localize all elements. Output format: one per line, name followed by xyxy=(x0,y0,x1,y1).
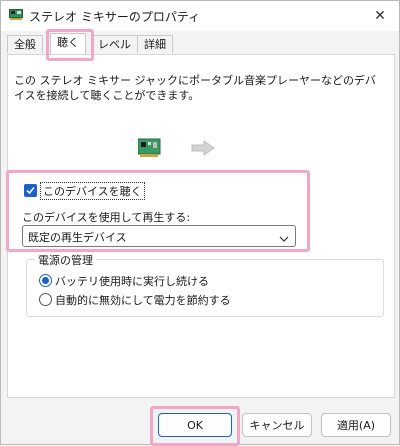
checkmark-icon xyxy=(26,186,35,195)
playback-device-value: 既定の再生デバイス xyxy=(28,231,127,244)
radio-keep-running[interactable] xyxy=(39,274,52,287)
listen-checkbox-label[interactable]: このデバイスを聴く xyxy=(40,182,145,200)
title-bar: ステレオ ミキサーのプロパティ ✕ xyxy=(1,1,399,31)
tab-general[interactable]: 全般 xyxy=(7,35,43,53)
playback-device-label: このデバイスを使用して再生する: xyxy=(22,211,191,224)
close-button[interactable]: ✕ xyxy=(361,1,399,31)
radio-keep-running-label[interactable]: バッテリ使用時に実行し続ける xyxy=(55,273,209,289)
radio-auto-disable-label[interactable]: 自動的に無効にして電力を節約する xyxy=(55,292,231,308)
tab-advanced[interactable]: 詳細 xyxy=(137,35,173,53)
properties-window: ステレオ ミキサーのプロパティ ✕ 全般 聴く レベル 詳細 この ステレオ ミ… xyxy=(0,0,400,445)
sound-card-icon xyxy=(9,9,23,23)
listen-checkbox[interactable] xyxy=(24,184,37,197)
radio-auto-disable[interactable] xyxy=(39,293,52,306)
chevron-down-icon xyxy=(279,232,289,246)
sound-card-image-icon xyxy=(137,138,161,157)
cancel-button[interactable]: キャンセル xyxy=(242,413,312,437)
playback-device-select[interactable]: 既定の再生デバイス xyxy=(22,225,296,247)
power-management-group: 電源の管理 バッテリ使用時に実行し続ける 自動的に無効にして電力を節約する xyxy=(26,252,384,317)
arrow-right-icon xyxy=(191,140,215,156)
tab-levels[interactable]: レベル xyxy=(91,35,138,53)
tab-listen[interactable]: 聴く xyxy=(50,33,86,54)
power-management-title: 電源の管理 xyxy=(35,252,96,268)
window-title: ステレオ ミキサーのプロパティ xyxy=(29,10,201,24)
device-illustration xyxy=(137,137,218,164)
close-icon: ✕ xyxy=(374,8,386,24)
apply-button[interactable]: 適用(A) xyxy=(321,413,391,437)
listen-tab-panel: この ステレオ ミキサー ジャックにポータブル音楽プレーヤーなどのデバイスを接続… xyxy=(7,54,395,398)
listen-description: この ステレオ ミキサー ジャックにポータブル音楽プレーヤーなどのデバイスを接続… xyxy=(14,74,376,102)
ok-button[interactable]: OK xyxy=(158,413,232,437)
